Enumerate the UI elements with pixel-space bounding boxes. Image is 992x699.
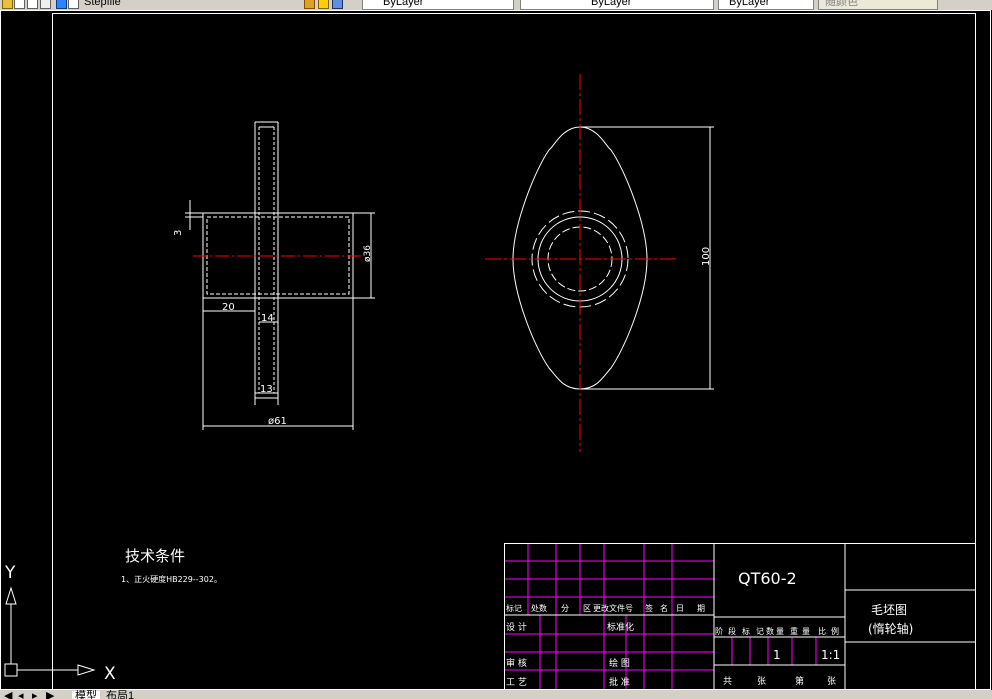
hdr-mark-2: 记 (756, 627, 764, 636)
hdr-change-doc: 更改文件号 (593, 603, 633, 613)
hdr-qty-1: 数 (766, 626, 774, 636)
dim-diameter-36: ø36 (363, 245, 373, 262)
label-design: 设 计 (506, 621, 527, 633)
title-block-grid (504, 543, 817, 689)
dim-100: 100 (701, 247, 712, 266)
paper-frame (0, 10, 991, 690)
layer-visible-icon[interactable] (56, 0, 67, 9)
label-standardization: 标准化 (607, 621, 634, 633)
drawing-border (52, 13, 976, 690)
sheet-no-label: 第 (795, 675, 804, 687)
dim-14: 14 (261, 313, 274, 324)
layer-freeze-icon[interactable] (68, 0, 79, 9)
section-view (185, 121, 375, 430)
make-current-icon[interactable] (304, 0, 315, 9)
hdr-sign: 签 (645, 603, 653, 613)
hdr-scale-1: 比 (818, 626, 826, 636)
drawing-canvas[interactable]: 3 ø36 20 14 13 ø61 100 技术条件 1、正火硬度HB229-… (0, 10, 992, 690)
notes-item-1: 1、正火硬度HB229--302。 (121, 574, 222, 584)
hdr-date: 日 (676, 604, 684, 613)
lineweight-control[interactable]: ByLayer (718, 0, 814, 10)
ucs-y-label: Y (4, 563, 16, 583)
plotstyle-value: 随颜色 (825, 0, 858, 8)
layer-icon[interactable] (2, 0, 13, 9)
layer-manager-icon[interactable] (27, 0, 38, 9)
tab-nav-next-icon[interactable]: ▸ (32, 691, 38, 699)
hdr-scale-2: 例 (831, 626, 839, 636)
linetype-control[interactable]: ByLayer (520, 0, 714, 10)
dim-3: 3 (173, 230, 184, 236)
hdr-period: 期 (697, 604, 705, 613)
sheets-unit-2: 张 (827, 676, 836, 687)
label-process: 工 艺 (506, 677, 527, 688)
notes-heading: 技术条件 (125, 547, 185, 565)
lineweight-value: ByLayer (729, 0, 770, 8)
top-view (512, 126, 714, 390)
hdr-qty-2: 量 (776, 627, 784, 636)
quantity-value: 1 (773, 648, 781, 662)
hdr-zone: 区 (583, 604, 591, 613)
top-view-centerlines (485, 74, 678, 452)
linetype-value: ByLayer (591, 0, 632, 8)
hdr-stage-2: 段 (728, 626, 736, 636)
layer-state-icon[interactable] (14, 0, 25, 9)
color-value: ByLayer (383, 0, 424, 8)
properties-toolbar: Stepfile ByLayer ByLayer ByLayer 随颜色 (0, 0, 992, 10)
hdr-weight-2: 量 (802, 627, 810, 636)
sheets-total-label: 共 (723, 676, 732, 687)
label-approve: 批 准 (609, 676, 630, 688)
title-block: 标记 处数 分 区 更改文件号 签 名 日 期 设 计 标准化 审 核 绘 图 … (504, 543, 976, 690)
hdr-name: 名 (660, 603, 668, 613)
dim-20: 20 (222, 302, 235, 313)
hdr-partition: 分 (561, 604, 569, 613)
hdr-count: 处数 (531, 603, 547, 613)
tab-model[interactable]: 模型 (72, 691, 100, 699)
layout-tabs: ◀ ◂ ▸ ▶ 模型 布局1 (0, 690, 992, 699)
hdr-weight-1: 重 (790, 626, 798, 636)
ucs-x-label: X (104, 664, 116, 684)
layer-previous-icon[interactable] (318, 0, 329, 9)
scale-value: 1:1 (821, 648, 840, 662)
drawing-title: 毛坯图 (871, 603, 907, 617)
tab-nav-last-icon[interactable]: ▶ (46, 691, 54, 699)
dim-13: 13 (260, 384, 273, 395)
plotstyle-control[interactable]: 随颜色 (818, 0, 938, 10)
layer-color-icon[interactable] (40, 0, 51, 9)
dim-diameter-61: ø61 (268, 416, 287, 427)
sheets-unit-1: 张 (757, 676, 766, 687)
material-code: QT60-2 (738, 569, 797, 588)
ucs-icon (4, 586, 96, 677)
label-review: 审 核 (506, 657, 527, 669)
tab-layout-1[interactable]: 布局1 (106, 691, 134, 699)
label-drawing: 绘 图 (609, 657, 630, 669)
hdr-mark-1: 标 (742, 626, 750, 636)
color-control[interactable]: ByLayer (362, 0, 514, 10)
tab-nav-prev-icon[interactable]: ◂ (18, 691, 24, 699)
tab-nav-first-icon[interactable]: ◀ (4, 691, 12, 699)
part-name: (惰轮轴) (868, 621, 913, 636)
hdr-stage-1: 阶 (715, 626, 723, 636)
hdr-mark: 标记 (506, 603, 522, 613)
layer-match-icon[interactable] (332, 0, 343, 9)
file-name-label[interactable]: Stepfile (84, 0, 121, 9)
